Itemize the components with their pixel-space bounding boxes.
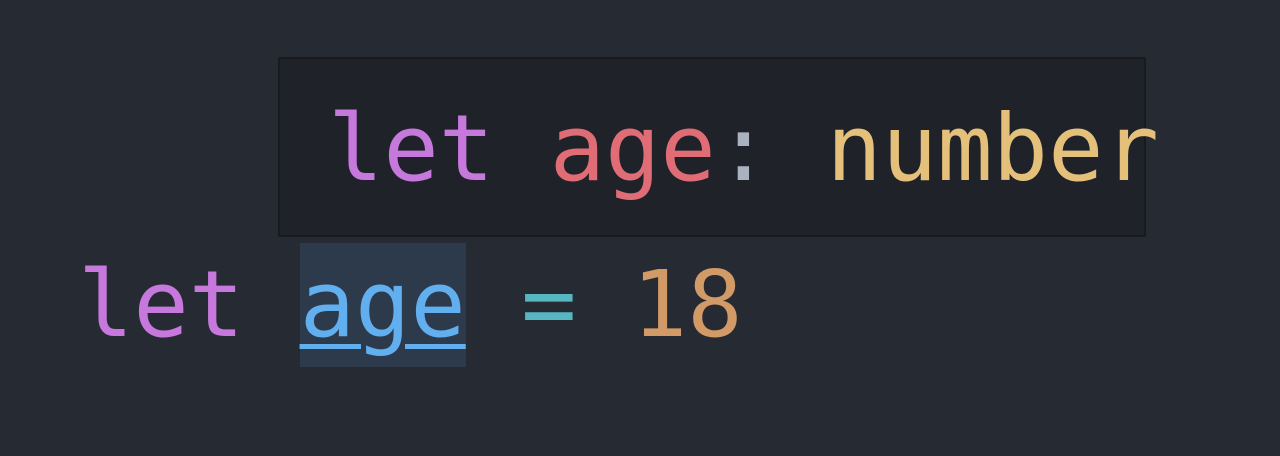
hover-keyword: let [328, 95, 495, 202]
type-signature: let age: number [328, 89, 1159, 209]
hover-colon: : [715, 95, 772, 202]
hover-type: number [826, 95, 1159, 202]
code-line[interactable]: let age = 18 [78, 243, 743, 367]
code-number[interactable]: 18 [632, 251, 743, 358]
hover-variable-name: age [549, 95, 716, 202]
hover-tooltip: let age: number [278, 57, 1159, 237]
selected-variable[interactable]: age [299, 243, 466, 367]
code-keyword[interactable]: let [78, 251, 244, 358]
code-editor[interactable]: let age: number let age = 18 [0, 0, 1280, 456]
code-operator[interactable]: = [521, 251, 576, 358]
